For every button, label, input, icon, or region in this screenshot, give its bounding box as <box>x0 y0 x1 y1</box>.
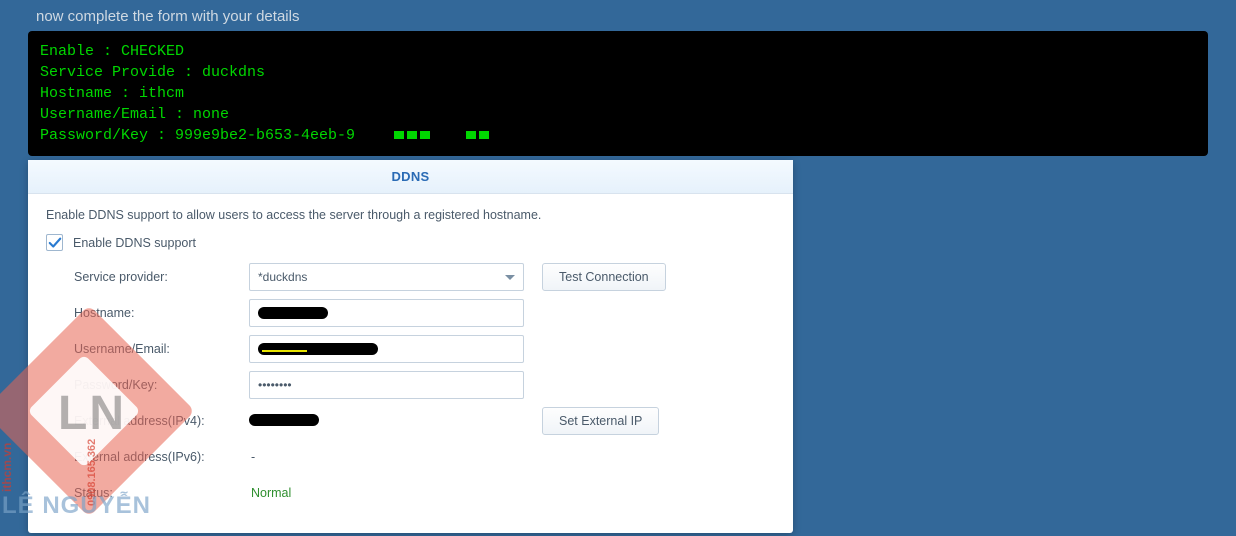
terminal-line: Username/Email : none <box>40 104 1196 125</box>
watermark-site: ithcm.vn <box>0 443 14 492</box>
username-input[interactable] <box>249 335 524 363</box>
enable-ddns-row[interactable]: Enable DDNS support <box>28 230 793 261</box>
ext-ipv4-label: External address(IPv4): <box>74 414 249 428</box>
terminal-line: Hostname : ithcm <box>40 83 1196 104</box>
set-external-ip-button[interactable]: Set External IP <box>542 407 659 435</box>
ext-ipv4-value <box>249 407 524 435</box>
panel-title: DDNS <box>28 160 793 194</box>
service-provider-label: Service provider: <box>74 270 249 284</box>
terminal-line: Service Provide : duckdns <box>40 62 1196 83</box>
terminal-block: Enable : CHECKED Service Provide : duckd… <box>28 31 1208 156</box>
hostname-label: Hostname: <box>74 306 249 320</box>
service-provider-value: *duckdns <box>258 270 307 284</box>
redaction-icon <box>249 414 319 426</box>
terminal-line: Enable : CHECKED <box>40 41 1196 62</box>
enable-ddns-checkbox[interactable] <box>46 234 63 251</box>
ext-ipv6-value: - <box>249 450 255 464</box>
password-input[interactable] <box>249 371 524 399</box>
password-label: Password/Key: <box>74 378 249 392</box>
redaction-icon <box>258 343 378 355</box>
username-label: Username/Email: <box>74 342 249 356</box>
test-connection-button[interactable]: Test Connection <box>542 263 666 291</box>
hostname-input[interactable] <box>249 299 524 327</box>
ext-ipv6-label: External address(IPv6): <box>74 450 249 464</box>
redaction-icon <box>258 307 328 319</box>
ddns-form: Service provider: *duckdns Test Connecti… <box>28 261 793 509</box>
check-icon <box>48 236 62 250</box>
status-label: Status: <box>74 486 249 500</box>
service-provider-select[interactable]: *duckdns <box>249 263 524 291</box>
terminal-cursor-icon <box>394 125 492 146</box>
terminal-line: Password/Key : 999e9be2-b653-4eeb-9 <box>40 125 355 146</box>
panel-description: Enable DDNS support to allow users to ac… <box>28 194 793 230</box>
chevron-down-icon <box>505 275 515 280</box>
ddns-panel: DDNS Enable DDNS support to allow users … <box>28 160 793 533</box>
status-value: Normal <box>249 486 291 500</box>
enable-ddns-label: Enable DDNS support <box>73 236 196 250</box>
instruction-text: now complete the form with your details <box>0 0 1236 31</box>
